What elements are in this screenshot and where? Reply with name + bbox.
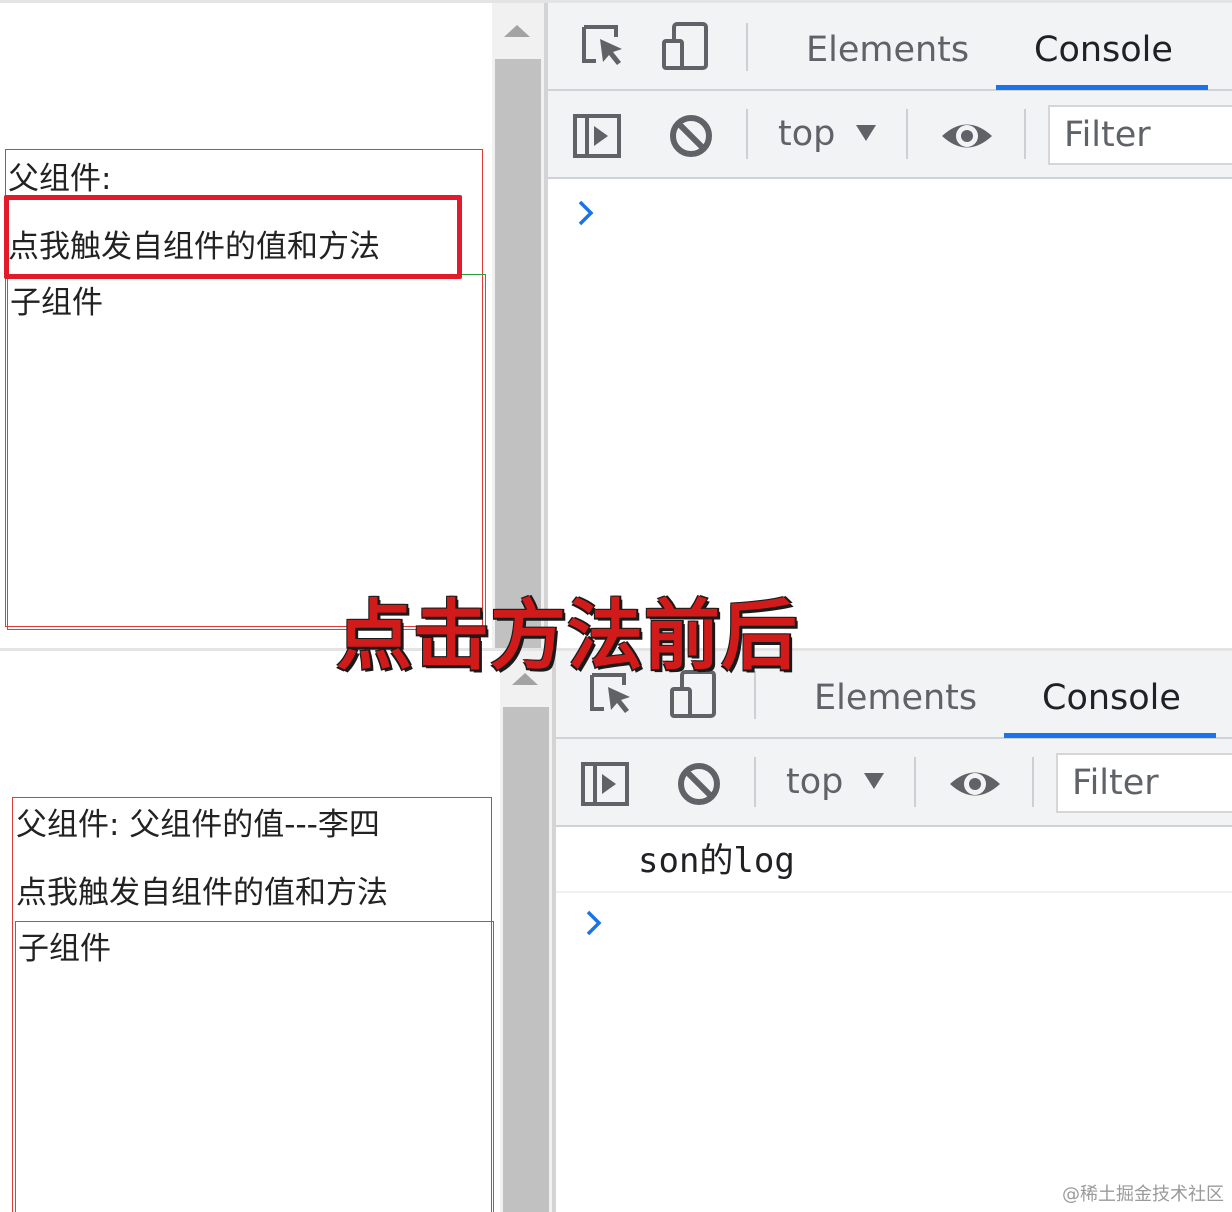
scroll-up-arrow-icon[interactable] (504, 25, 530, 37)
execution-context-selector[interactable]: top (786, 759, 843, 805)
console-log-entry: son的log (556, 827, 1232, 893)
active-tab-indicator (996, 85, 1208, 90)
console-output[interactable]: son的log (556, 827, 1232, 1212)
screenshot-before-click: 父组件: 点我触发自组件的值和方法 子组件 Elements Console t… (0, 0, 1232, 648)
console-toolbar: top (548, 91, 1232, 179)
clear-console-icon[interactable] (674, 759, 724, 809)
devtools-tabbar: Elements Console (548, 3, 1232, 91)
tab-console[interactable]: Console (1034, 27, 1173, 73)
page-viewport: 父组件: 父组件的值---李四 点我触发自组件的值和方法 子组件 (8, 651, 500, 1212)
toolbar-separator (746, 109, 748, 159)
tab-elements[interactable]: Elements (806, 27, 969, 73)
scrollbar-thumb[interactable] (503, 707, 549, 1212)
page-viewport: 父组件: 点我触发自组件的值和方法 子组件 (0, 3, 492, 648)
parent-component-label: 父组件: 父组件的值---李四 (16, 807, 380, 843)
context-dropdown-arrow-icon[interactable] (856, 125, 876, 141)
inspect-element-icon[interactable] (578, 21, 628, 71)
console-toolbar: top (556, 739, 1232, 827)
child-component-label: 子组件 (10, 285, 103, 321)
toolbar-separator (914, 757, 916, 807)
scrollbar-thumb[interactable] (495, 59, 541, 648)
console-filter-input[interactable] (1056, 753, 1232, 813)
highlight-annotation-box (4, 195, 462, 279)
console-log-message: son的log (638, 841, 795, 881)
clear-console-icon[interactable] (666, 111, 716, 161)
child-component-box (7, 274, 486, 630)
active-tab-indicator (1004, 733, 1216, 738)
screenshot-after-click: 父组件: 父组件的值---李四 点我触发自组件的值和方法 子组件 Element… (0, 648, 1232, 1212)
page-scrollbar[interactable] (492, 3, 544, 648)
console-filter-input[interactable] (1048, 105, 1232, 165)
tab-elements[interactable]: Elements (814, 675, 977, 721)
toolbar-separator (1024, 109, 1026, 159)
before-after-caption: 点击方法前后 (336, 591, 798, 680)
toolbar-separator (1032, 757, 1034, 807)
devtools-panel: Elements Console top (548, 3, 1232, 648)
show-sidebar-icon[interactable] (580, 759, 630, 809)
live-expression-eye-icon[interactable] (948, 759, 1002, 809)
context-dropdown-arrow-icon[interactable] (864, 773, 884, 789)
toolbar-separator (746, 23, 748, 71)
trigger-child-method-button[interactable]: 点我触发自组件的值和方法 (16, 873, 388, 913)
console-prompt-chevron-icon[interactable] (576, 199, 596, 227)
show-sidebar-icon[interactable] (572, 111, 622, 161)
toolbar-separator (906, 109, 908, 159)
live-expression-eye-icon[interactable] (940, 111, 994, 161)
parent-component-label: 父组件: (8, 161, 112, 197)
child-component-label: 子组件 (18, 931, 111, 967)
toolbar-separator (754, 757, 756, 807)
execution-context-selector[interactable]: top (778, 111, 835, 157)
tab-console[interactable]: Console (1042, 675, 1181, 721)
source-watermark: @稀土掘金技术社区 (1062, 1184, 1224, 1205)
device-toolbar-icon[interactable] (660, 21, 710, 71)
devtools-panel: Elements Console top (556, 651, 1232, 1212)
console-output[interactable] (548, 179, 1232, 648)
console-prompt-chevron-icon[interactable] (584, 909, 604, 937)
page-scrollbar[interactable] (500, 651, 552, 1212)
